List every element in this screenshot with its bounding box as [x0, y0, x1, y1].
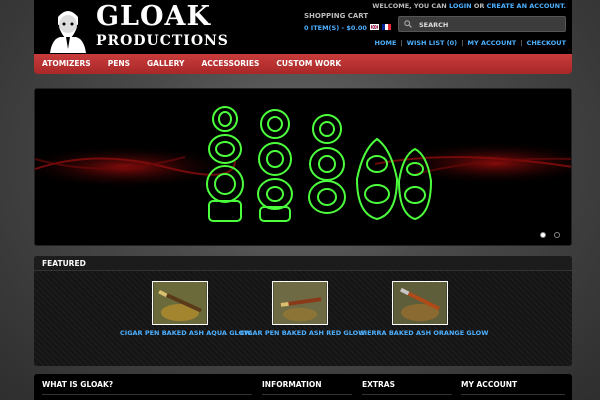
welcome-prefix: WELCOME, YOU CAN: [372, 2, 447, 10]
flag-fr-icon[interactable]: [382, 24, 391, 30]
cart-summary-dropdown[interactable]: 0 ITEM(S) - $0.00▼: [304, 24, 374, 32]
create-account-link[interactable]: CREATE AN ACCOUNT.: [487, 2, 566, 10]
nav-item-gallery[interactable]: GALLERY: [147, 54, 184, 74]
nav-item-atomizers[interactable]: ATOMIZERS: [42, 54, 91, 74]
hero-image: [35, 89, 571, 245]
search-icon[interactable]: [404, 20, 412, 28]
login-link[interactable]: LOGIN: [449, 2, 472, 10]
product-name[interactable]: CIGAR PEN BAKED ASH AQUA GLOW: [120, 329, 251, 337]
flag-uk-icon[interactable]: [370, 24, 379, 30]
footer-heading-extras: EXTRAS: [362, 380, 396, 389]
footer-divider: [362, 394, 452, 395]
logo-subtitle[interactable]: PRODUCTIONS: [96, 33, 229, 49]
product-image[interactable]: [392, 281, 448, 325]
featured-products: CIGAR PEN BAKED ASH AQUA GLOW CIGAR PEN …: [34, 271, 572, 366]
footer-heading-what-is-gloak: WHAT IS GLOAK?: [42, 380, 114, 389]
welcome-or: OR: [473, 2, 485, 10]
logo-portrait-icon[interactable]: [44, 3, 92, 53]
divider: |: [520, 39, 523, 47]
logo-title[interactable]: GLOAK: [96, 3, 211, 31]
wish-list-link[interactable]: WISH LIST (0): [407, 39, 457, 47]
slide-dot-1[interactable]: [540, 232, 546, 238]
product-name[interactable]: CIGAR PEN BAKED ASH RED GLOW: [240, 329, 365, 337]
divider: |: [400, 39, 403, 47]
footer-divider: [262, 394, 352, 395]
footer-heading-my-account: MY ACCOUNT: [461, 380, 518, 389]
footer-heading-information: INFORMATION: [262, 380, 322, 389]
top-links: HOME | WISH LIST (0) | MY ACCOUNT | CHEC…: [375, 39, 566, 47]
site-header: GLOAK PRODUCTIONS WELCOME, YOU CAN LOGIN…: [34, 0, 572, 54]
footer-divider: [42, 394, 252, 395]
page-wrapper: GLOAK PRODUCTIONS WELCOME, YOU CAN LOGIN…: [34, 0, 572, 400]
product-card[interactable]: CIGAR PEN BAKED ASH AQUA GLOW: [120, 281, 251, 337]
home-link[interactable]: HOME: [375, 39, 397, 47]
search-box: [398, 16, 566, 32]
product-card[interactable]: CIGAR PEN BAKED ASH RED GLOW: [240, 281, 365, 337]
main-nav: ATOMIZERS PENS GALLERY ACCESSORIES CUSTO…: [34, 54, 572, 74]
slide-dot-2[interactable]: [554, 232, 560, 238]
nav-item-custom-work[interactable]: CUSTOM WORK: [276, 54, 341, 74]
featured-title: FEATURED: [34, 256, 572, 271]
cart-summary: 0 ITEM(S) - $0.00: [304, 24, 367, 32]
product-card[interactable]: SIERRA BAKED ASH ORANGE GLOW: [360, 281, 488, 337]
product-image[interactable]: [272, 281, 328, 325]
my-account-link[interactable]: MY ACCOUNT: [468, 39, 517, 47]
hero-slideshow[interactable]: [34, 88, 572, 246]
welcome-message: WELCOME, YOU CAN LOGIN OR CREATE AN ACCO…: [372, 2, 566, 10]
product-name[interactable]: SIERRA BAKED ASH ORANGE GLOW: [360, 329, 488, 337]
nav-item-accessories[interactable]: ACCESSORIES: [201, 54, 259, 74]
product-image[interactable]: [152, 281, 208, 325]
divider: |: [461, 39, 464, 47]
site-footer: WHAT IS GLOAK? INFORMATION EXTRAS MY ACC…: [34, 374, 572, 400]
footer-divider: [461, 394, 565, 395]
checkout-link[interactable]: CHECKOUT: [527, 39, 566, 47]
nav-item-pens[interactable]: PENS: [108, 54, 130, 74]
search-input[interactable]: [419, 19, 559, 30]
cart-title: SHOPPING CART: [304, 12, 369, 20]
featured-section: FEATURED CIGAR PEN BAKED ASH AQUA GLOW C…: [34, 256, 572, 366]
